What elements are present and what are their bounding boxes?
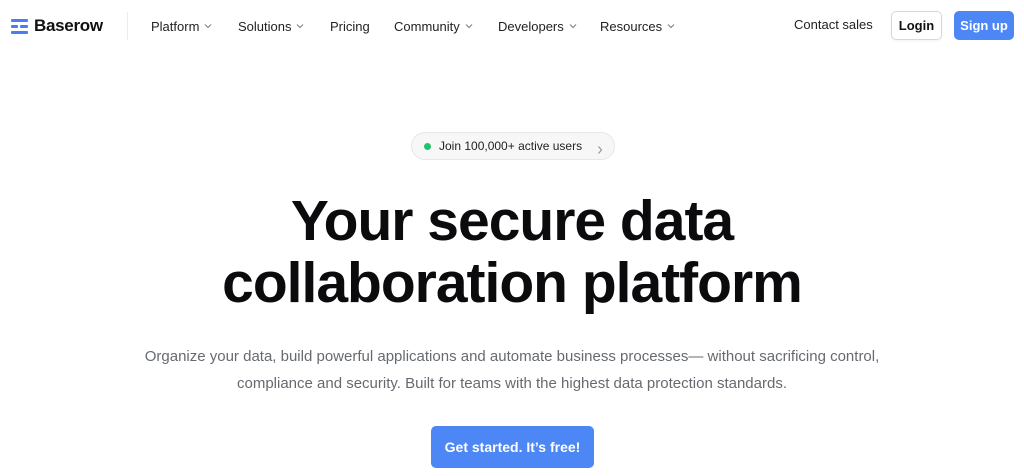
nav-item-community[interactable]: Community	[394, 17, 473, 35]
nav-item-label: Platform	[151, 18, 200, 34]
nav-item-label: Solutions	[238, 18, 292, 34]
nav-divider	[127, 12, 128, 40]
nav-item-developers[interactable]: Developers	[498, 17, 577, 35]
chevron-down-icon	[296, 22, 304, 30]
brand-name: Baserow	[34, 16, 103, 35]
headline-line-2: collaboration platform	[222, 251, 803, 315]
hero-headline: Your secure data collaboration platform	[0, 190, 1024, 314]
chevron-down-icon	[569, 22, 577, 30]
headline-line-1: Your secure data	[290, 189, 734, 253]
chevron-right-icon	[596, 142, 604, 154]
login-button[interactable]: Login	[891, 11, 942, 40]
subtitle-line-2: compliance and security. Built for teams…	[236, 375, 787, 392]
active-users-badge[interactable]: Join 100,000+ active users	[411, 132, 615, 160]
chevron-down-icon	[204, 22, 212, 30]
nav-item-solutions[interactable]: Solutions	[238, 17, 304, 35]
nav-item-label: Community	[394, 18, 460, 34]
nav-item-pricing[interactable]: Pricing	[330, 17, 370, 35]
nav-item-label: Pricing	[330, 18, 370, 34]
nav-item-resources[interactable]: Resources	[600, 17, 675, 35]
baserow-logo-icon	[11, 18, 28, 35]
signup-button[interactable]: Sign up	[954, 11, 1014, 40]
status-dot-icon	[424, 143, 431, 150]
chevron-down-icon	[667, 22, 675, 30]
brand-logo[interactable]: Baserow	[11, 14, 103, 38]
get-started-button[interactable]: Get started. It’s free!	[431, 426, 594, 468]
top-navbar: Baserow Platform Solutions Pricing Commu…	[0, 0, 1024, 52]
page: Baserow Platform Solutions Pricing Commu…	[0, 0, 1024, 476]
subtitle-line-1: Organize your data, build powerful appli…	[144, 348, 880, 365]
nav-item-label: Resources	[600, 18, 663, 34]
nav-item-platform[interactable]: Platform	[151, 17, 212, 35]
contact-sales-link[interactable]: Contact sales	[794, 17, 873, 32]
chevron-down-icon	[465, 22, 473, 30]
nav-item-label: Developers	[498, 18, 564, 34]
hero-subtitle: Organize your data, build powerful appli…	[112, 343, 912, 397]
badge-text: Join 100,000+ active users	[439, 139, 583, 153]
